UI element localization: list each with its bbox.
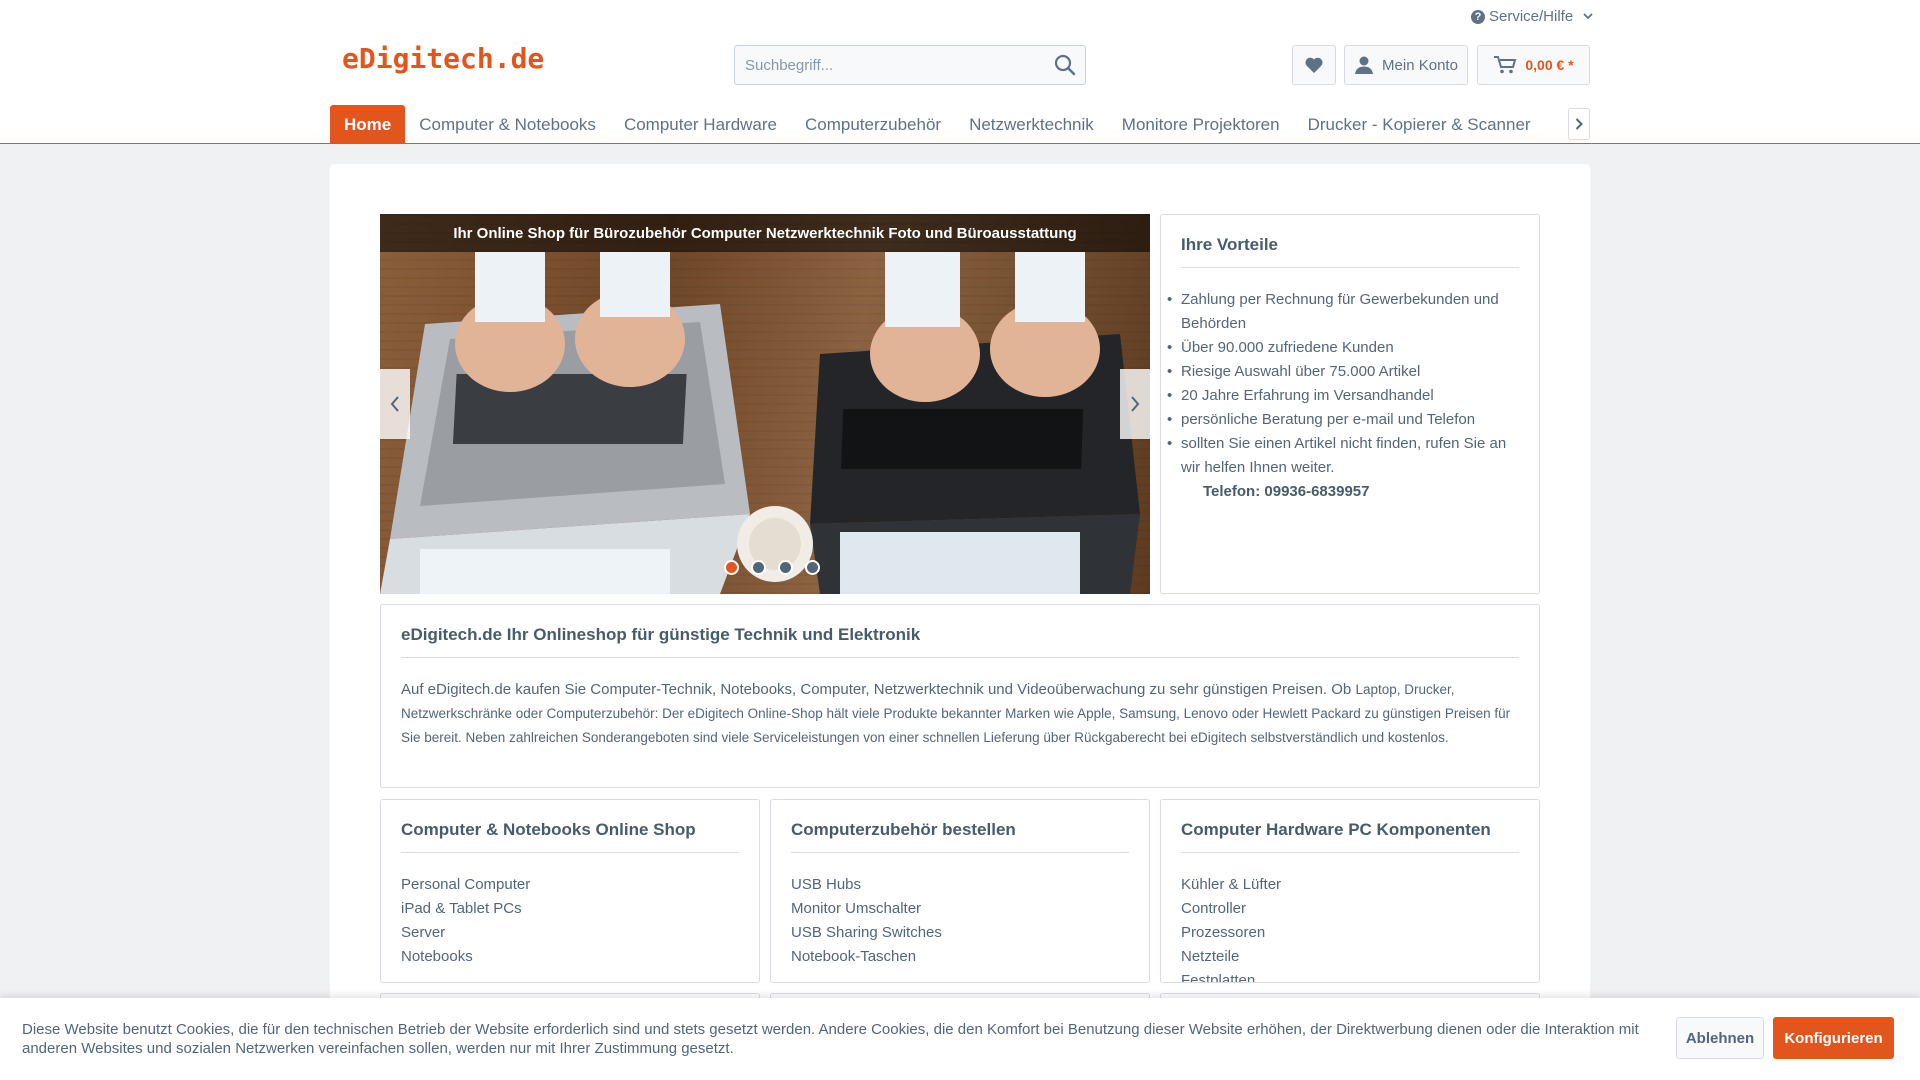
slider-dot[interactable]: [724, 560, 739, 575]
category-link[interactable]: Personal Computer: [401, 873, 739, 897]
category-title: Computer & Notebooks Online Shop: [401, 820, 739, 853]
list-item: persönliche Beratung per e-mail und Tele…: [1167, 408, 1519, 432]
shop-logo[interactable]: eDigitech.de: [342, 42, 544, 75]
service-label: Service/Hilfe: [1489, 8, 1574, 25]
category-link[interactable]: Server: [401, 921, 739, 945]
nav-scroll-right-button[interactable]: [1568, 108, 1590, 140]
category-title: Computerzubehör bestellen: [791, 820, 1129, 853]
account-button[interactable]: Mein Konto: [1344, 45, 1468, 85]
nav-item-computer-hardware[interactable]: Computer Hardware: [610, 105, 791, 144]
slider-next-button[interactable]: [1120, 369, 1150, 439]
benefits-title: Ihre Vorteile: [1181, 235, 1519, 268]
nav-item-monitore[interactable]: Monitore Projektoren: [1108, 105, 1294, 144]
slider-dot[interactable]: [805, 560, 820, 575]
main-content: Ihr Online Shop für Bürozubehör Computer…: [330, 164, 1590, 1080]
nav-item-netzwerktechnik[interactable]: Netzwerktechnik: [955, 105, 1108, 144]
account-label: Mein Konto: [1382, 56, 1458, 74]
search-input[interactable]: [735, 46, 1045, 84]
slide-banner-text: Ihr Online Shop für Bürozubehör Computer…: [380, 214, 1150, 252]
chevron-down-icon: [1583, 11, 1593, 23]
slider-dots: [724, 560, 820, 575]
category-link[interactable]: Prozessoren: [1181, 921, 1519, 945]
list-item: 20 Jahre Erfahrung im Versandhandel: [1167, 384, 1519, 408]
category-title: Computer Hardware PC Komponenten: [1181, 820, 1519, 853]
wishlist-button[interactable]: [1292, 45, 1336, 85]
category-box-computerzubehoer: Computerzubehör bestellen USB Hubs Monit…: [770, 799, 1150, 983]
category-link[interactable]: USB Sharing Switches: [791, 921, 1129, 945]
user-icon: [1355, 56, 1374, 74]
search-bar: [734, 45, 1086, 85]
chevron-left-icon: [390, 396, 399, 412]
about-text: Auf eDigitech.de kaufen Sie Computer-Tec…: [401, 678, 1519, 750]
site-header: eDigitech.de ? Service/Hilfe Mein Konto …: [0, 0, 1920, 144]
category-link[interactable]: Notebooks: [401, 945, 739, 969]
category-link[interactable]: Monitor Umschalter: [791, 897, 1129, 921]
nav-item-computer-notebooks[interactable]: Computer & Notebooks: [405, 105, 610, 144]
main-navigation: Home Computer & Notebooks Computer Hardw…: [330, 105, 1545, 144]
question-icon: ?: [1471, 9, 1485, 24]
chevron-right-icon: [1131, 396, 1140, 412]
category-link[interactable]: iPad & Tablet PCs: [401, 897, 739, 921]
laptops-illustration: [380, 252, 1140, 594]
list-item: Riesige Auswahl über 75.000 Artikel: [1167, 360, 1519, 384]
nav-item-home[interactable]: Home: [330, 105, 406, 144]
nav-item-drucker[interactable]: Drucker - Kopierer & Scanner: [1294, 105, 1545, 144]
about-text-main: Auf eDigitech.de kaufen Sie Computer-Tec…: [401, 681, 1352, 698]
cookie-consent-bar: Diese Website benutzt Cookies, die für d…: [0, 998, 1920, 1080]
category-link[interactable]: Netzteile: [1181, 945, 1519, 969]
list-item: Über 90.000 zufriedene Kunden: [1167, 336, 1519, 360]
search-button[interactable]: [1045, 46, 1085, 84]
chevron-right-icon: [1575, 118, 1583, 130]
benefits-list: Zahlung per Rechnung für Gewerbekunden u…: [1167, 288, 1519, 480]
category-box-computer-notebooks: Computer & Notebooks Online Shop Persona…: [380, 799, 760, 983]
service-help-menu[interactable]: ? Service/Hilfe: [1471, 8, 1593, 25]
cart-icon: [1494, 56, 1517, 74]
category-link[interactable]: Controller: [1181, 897, 1519, 921]
about-title: eDigitech.de Ihr Onlineshop für günstige…: [401, 625, 1519, 658]
category-link[interactable]: Kühler & Lüfter: [1181, 873, 1519, 897]
about-box: eDigitech.de Ihr Onlineshop für günstige…: [380, 604, 1540, 788]
slide-image: [380, 214, 1150, 594]
list-item: Zahlung per Rechnung für Gewerbekunden u…: [1167, 288, 1519, 336]
category-link[interactable]: Notebook-Taschen: [791, 945, 1129, 969]
cookie-text: Diese Website benutzt Cookies, die für d…: [22, 1021, 1639, 1057]
phone-number: Telefon: 09936-6839957: [1203, 483, 1370, 500]
heart-icon: [1305, 57, 1323, 73]
slider-prev-button[interactable]: [380, 369, 410, 439]
category-link[interactable]: Festplatten: [1181, 969, 1519, 982]
cart-button[interactable]: 0,00 € *: [1477, 45, 1590, 85]
nav-item-computerzubehoer[interactable]: Computerzubehör: [791, 105, 955, 144]
cart-amount: 0,00 € *: [1525, 57, 1574, 73]
cookie-configure-button[interactable]: Konfigurieren: [1773, 1017, 1894, 1059]
search-icon: [1054, 54, 1076, 76]
category-box-computer-hardware: Computer Hardware PC Komponenten Kühler …: [1160, 799, 1540, 983]
category-link[interactable]: USB Hubs: [791, 873, 1129, 897]
slider-dot[interactable]: [778, 560, 793, 575]
slider-dot[interactable]: [751, 560, 766, 575]
cookie-decline-button[interactable]: Ablehnen: [1676, 1017, 1764, 1059]
benefits-box: Ihre Vorteile Zahlung per Rechnung für G…: [1160, 214, 1540, 594]
list-item: sollten Sie einen Artikel nicht finden, …: [1167, 432, 1519, 480]
image-slider: Ihr Online Shop für Bürozubehör Computer…: [380, 214, 1150, 594]
